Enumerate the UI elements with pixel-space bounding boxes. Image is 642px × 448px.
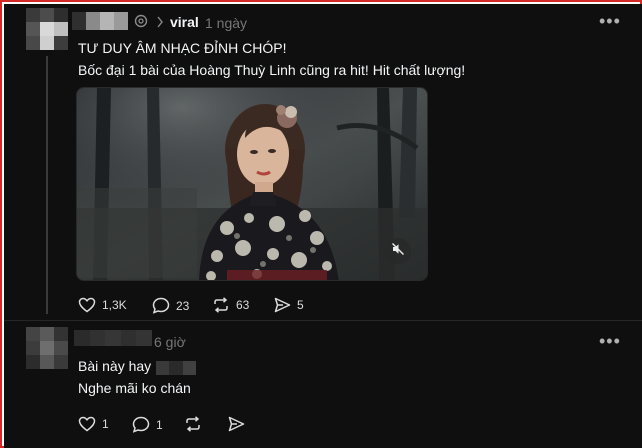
send-icon <box>274 297 291 313</box>
heart-icon <box>78 416 96 432</box>
reply-redacted-text <box>156 361 196 375</box>
reply-repost-button[interactable] <box>184 416 202 432</box>
more-options-icon[interactable]: ••• <box>599 12 621 30</box>
reply-like-button[interactable]: 1 <box>78 416 109 432</box>
reply-comment-button[interactable]: 1 <box>132 416 163 433</box>
share-count: 5 <box>297 298 304 312</box>
mute-button[interactable] <box>385 238 411 264</box>
post-time: 1 ngày <box>205 15 248 31</box>
repost-icon <box>184 416 202 432</box>
comment-icon <box>152 297 170 314</box>
post-topic[interactable]: viral <box>170 14 199 30</box>
comment-button[interactable]: 23 <box>152 297 189 314</box>
video-frame <box>77 88 427 280</box>
divider <box>4 320 642 321</box>
reply-line1: Bài này hay <box>78 358 152 374</box>
reply-time: 6 giờ <box>154 334 186 350</box>
reply-line2: Nghe mãi ko chán <box>78 380 191 396</box>
repost-button[interactable]: 63 <box>212 297 249 313</box>
thread-line <box>46 56 48 314</box>
reply-like-count: 1 <box>102 417 109 431</box>
speaker-muted-icon <box>391 242 405 261</box>
screenshot-frame: viral 1 ngày ••• TƯ DUY ÂM NHẠC ĐỈNH CHÓ… <box>0 0 642 448</box>
like-button[interactable]: 1,3K <box>78 297 127 313</box>
threads-panel: viral 1 ngày ••• TƯ DUY ÂM NHẠC ĐỈNH CHÓ… <box>4 4 642 448</box>
heart-icon <box>78 297 96 313</box>
comment-icon <box>132 416 150 433</box>
post-text: Bốc đại 1 bài của Hoàng Thuỳ Linh cũng r… <box>78 62 466 78</box>
send-icon <box>228 416 245 432</box>
repost-icon <box>212 297 230 313</box>
reply-avatar[interactable] <box>26 327 68 369</box>
repost-count: 63 <box>236 298 250 312</box>
post-avatar[interactable] <box>26 8 68 50</box>
reply-more-options-icon[interactable]: ••• <box>599 332 621 350</box>
reply-username[interactable] <box>74 330 152 346</box>
like-count: 1,3K <box>102 298 127 312</box>
reply-comment-count: 1 <box>156 417 163 432</box>
threads-topic-icon <box>134 14 148 33</box>
post-username[interactable] <box>72 12 128 30</box>
post-headline: TƯ DUY ÂM NHẠC ĐỈNH CHÓP! <box>78 40 287 56</box>
post-video[interactable] <box>76 87 428 281</box>
reply-share-button[interactable] <box>228 416 245 432</box>
comment-count: 23 <box>176 298 190 313</box>
share-button[interactable]: 5 <box>274 297 304 313</box>
chevron-right-icon <box>156 15 164 33</box>
